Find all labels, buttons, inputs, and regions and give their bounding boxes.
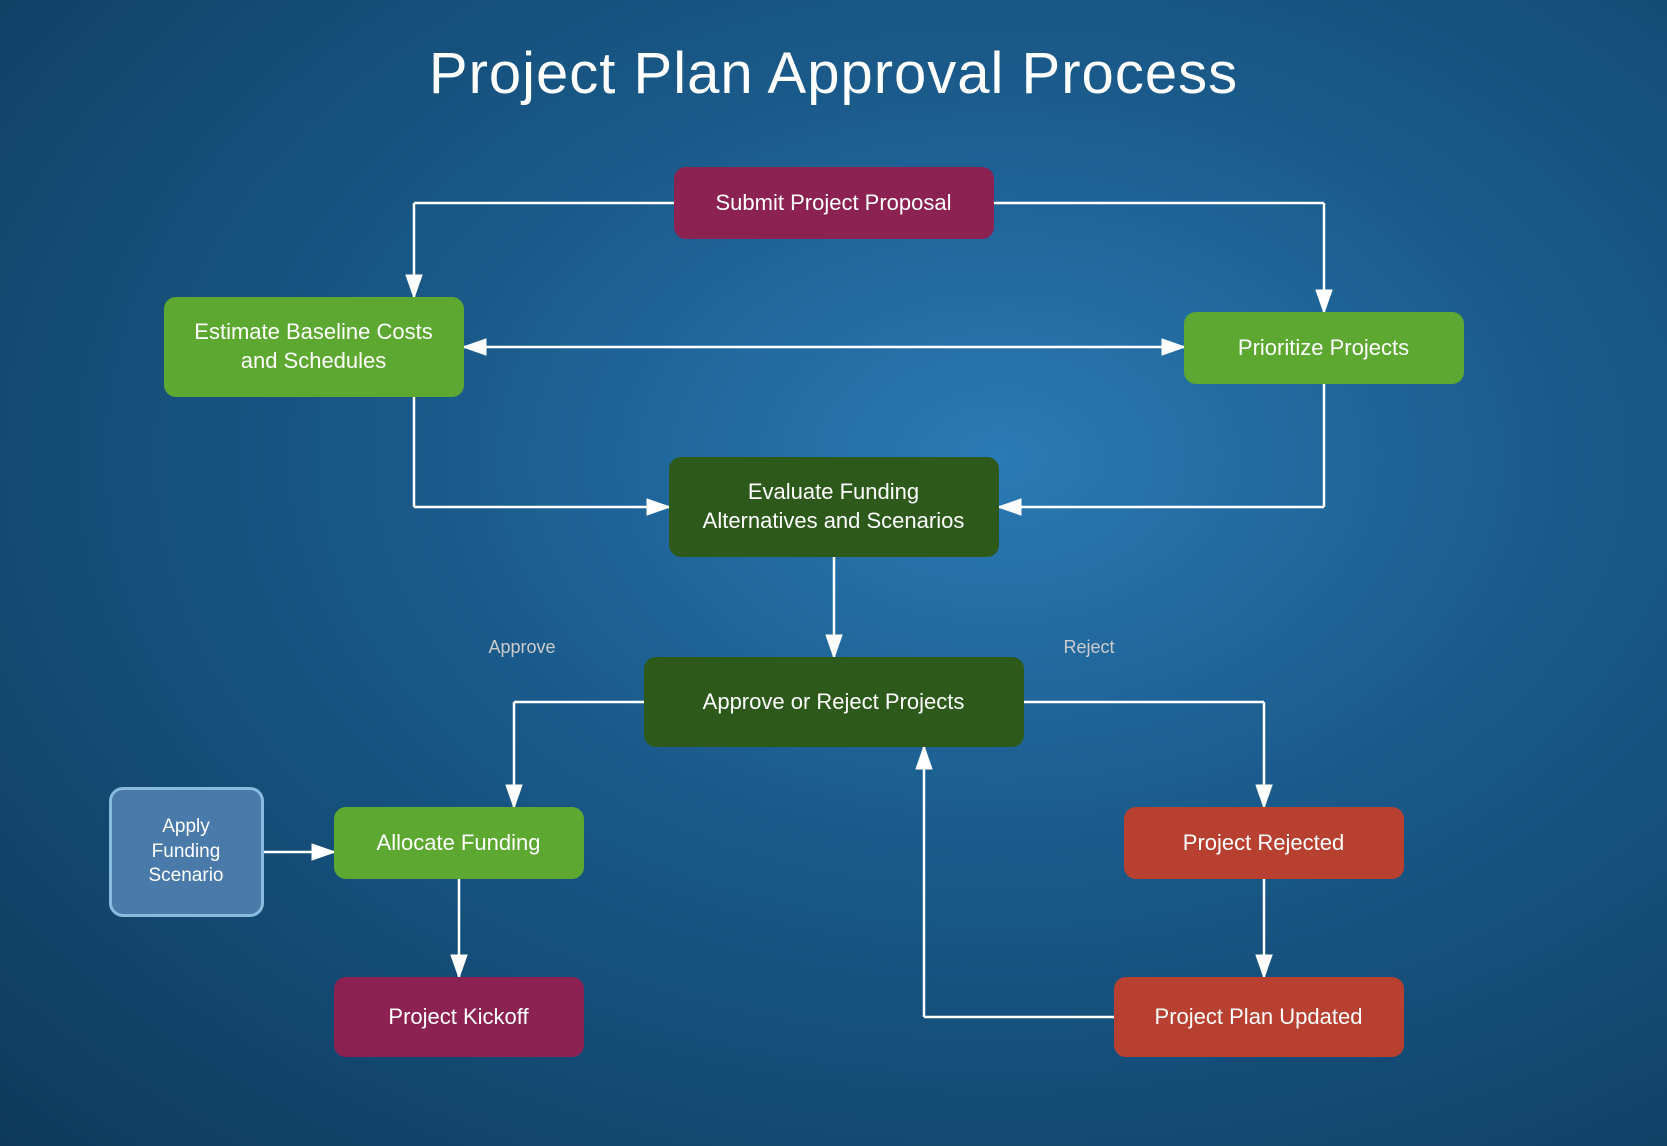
page-title: Project Plan Approval Process bbox=[0, 0, 1667, 127]
project-rejected-node: Project Rejected bbox=[1124, 807, 1404, 879]
submit-node: Submit Project Proposal bbox=[674, 167, 994, 239]
arrows-svg bbox=[84, 127, 1584, 1077]
allocate-node: Allocate Funding bbox=[334, 807, 584, 879]
project-plan-updated-node: Project Plan Updated bbox=[1114, 977, 1404, 1057]
apply-funding-node: Apply Funding Scenario bbox=[109, 787, 264, 917]
prioritize-node: Prioritize Projects bbox=[1184, 312, 1464, 384]
reject-label: Reject bbox=[1064, 637, 1115, 658]
evaluate-node: Evaluate Funding Alternatives and Scenar… bbox=[669, 457, 999, 557]
diagram: Submit Project Proposal Estimate Baselin… bbox=[84, 127, 1584, 1077]
project-kickoff-node: Project Kickoff bbox=[334, 977, 584, 1057]
approve-label: Approve bbox=[489, 637, 556, 658]
approve-reject-node: Approve or Reject Projects bbox=[644, 657, 1024, 747]
estimate-node: Estimate Baseline Costs and Schedules bbox=[164, 297, 464, 397]
